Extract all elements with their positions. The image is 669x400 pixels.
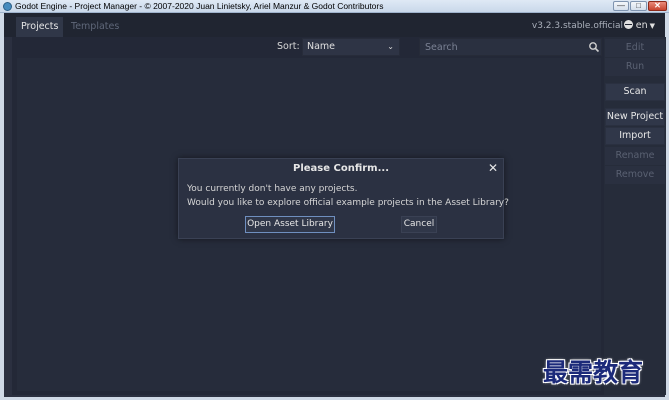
window-title: Godot Engine - Project Manager - © 2007-… bbox=[15, 1, 384, 11]
sort-dropdown[interactable]: Name ⌄ bbox=[302, 38, 400, 56]
search-icon bbox=[589, 42, 600, 53]
close-window-button[interactable]: ✕ bbox=[648, 1, 667, 11]
language-code: en bbox=[635, 20, 648, 31]
tab-bar: Projects Templates v3.2.3.stable.officia… bbox=[4, 13, 665, 37]
edit-button[interactable]: Edit bbox=[605, 39, 665, 57]
window-titlebar: Godot Engine - Project Manager - © 2007-… bbox=[0, 0, 669, 13]
dialog-message: You currently don't have any projects. W… bbox=[187, 182, 509, 210]
remove-button[interactable]: Remove bbox=[605, 166, 665, 184]
import-button[interactable]: Import bbox=[605, 127, 665, 145]
sort-value: Name bbox=[307, 41, 336, 52]
chevron-down-icon: ⌄ bbox=[387, 42, 394, 51]
sort-label: Sort: bbox=[277, 41, 300, 52]
minimize-button[interactable]: — bbox=[613, 1, 629, 11]
globe-icon bbox=[623, 20, 633, 29]
search-input[interactable] bbox=[419, 38, 602, 56]
cancel-button[interactable]: Cancel bbox=[401, 216, 437, 233]
tab-templates[interactable]: Templates bbox=[66, 17, 124, 37]
godot-app-icon bbox=[3, 2, 12, 11]
dialog-message-line-1: You currently don't have any projects. bbox=[187, 184, 358, 194]
maximize-button[interactable]: □ bbox=[630, 1, 647, 11]
dialog-close-icon[interactable]: ✕ bbox=[488, 160, 498, 176]
scan-button[interactable]: Scan bbox=[605, 83, 665, 101]
run-button[interactable]: Run bbox=[605, 58, 665, 76]
version-label: v3.2.3.stable.official bbox=[531, 21, 623, 31]
rename-button[interactable]: Rename bbox=[605, 147, 665, 165]
new-project-button[interactable]: New Project bbox=[605, 108, 665, 126]
language-selector[interactable]: en ▼ bbox=[623, 17, 655, 37]
chevron-down-icon: ▼ bbox=[649, 22, 655, 30]
watermark-logo: 最需教育 bbox=[543, 358, 644, 387]
confirm-dialog: Please Confirm... ✕ You currently don't … bbox=[178, 158, 509, 239]
dialog-title: Please Confirm... bbox=[293, 163, 389, 174]
open-asset-library-button[interactable]: Open Asset Library bbox=[245, 216, 335, 233]
dialog-message-line-2: Would you like to explore official examp… bbox=[187, 198, 509, 208]
tab-projects[interactable]: Projects bbox=[16, 17, 64, 37]
